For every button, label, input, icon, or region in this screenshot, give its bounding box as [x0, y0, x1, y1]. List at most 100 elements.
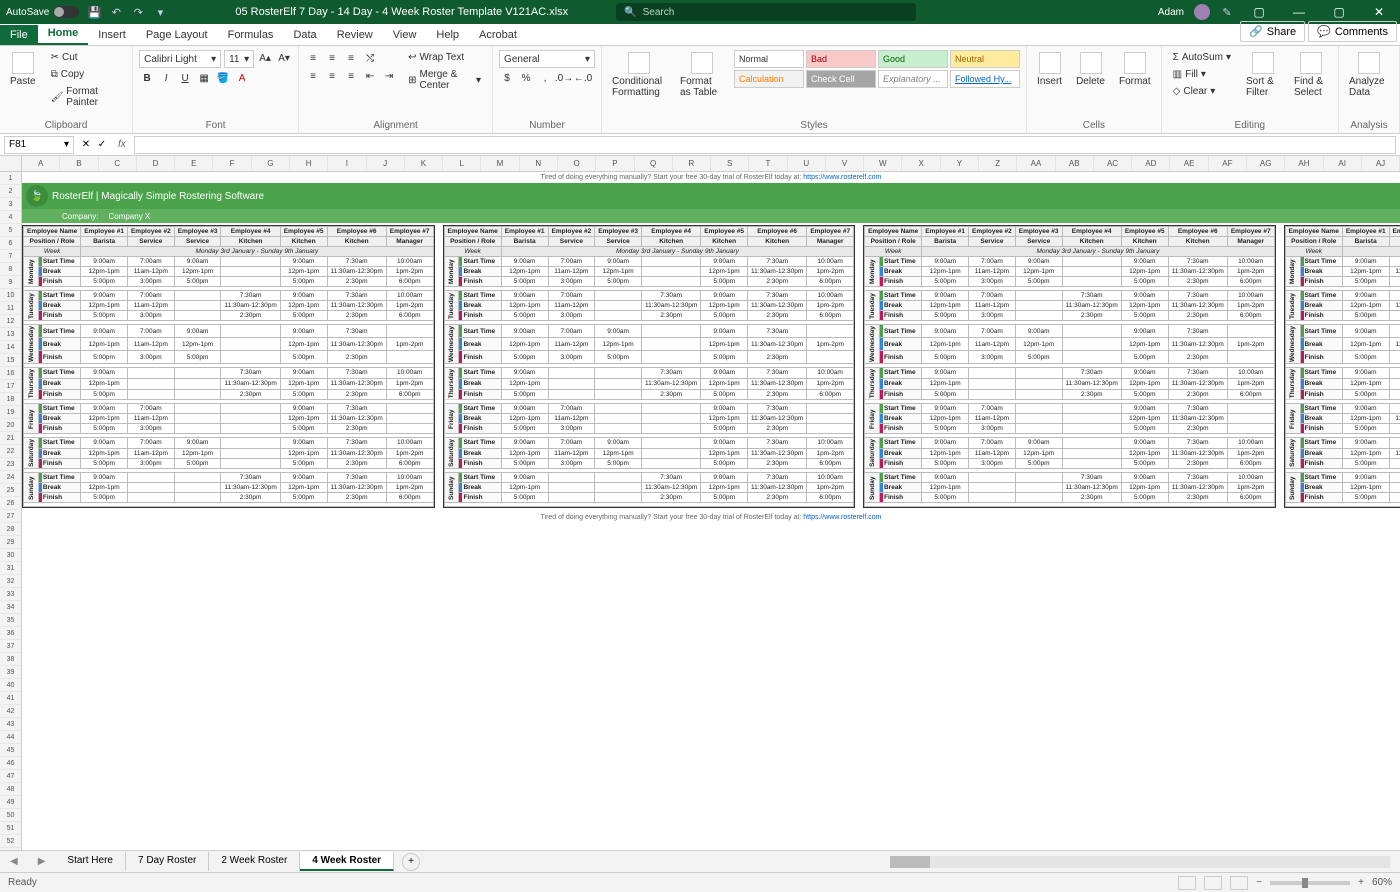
- time-cell[interactable]: 7:30am: [327, 257, 386, 267]
- style-calculation[interactable]: Calculation: [734, 70, 804, 88]
- time-cell[interactable]: 7:30am: [748, 404, 807, 414]
- role-cell[interactable]: Service: [1389, 237, 1400, 247]
- time-cell[interactable]: [642, 404, 701, 414]
- row-header[interactable]: 24: [0, 471, 21, 484]
- row-header[interactable]: 29: [0, 536, 21, 549]
- column-header[interactable]: Y: [941, 156, 979, 171]
- time-cell[interactable]: 6:00pm: [807, 458, 854, 468]
- time-cell[interactable]: 5:00pm: [1121, 424, 1168, 434]
- currency-icon[interactable]: $: [499, 70, 515, 86]
- time-cell[interactable]: 12pm-1pm: [922, 301, 969, 311]
- row-header[interactable]: 20: [0, 419, 21, 432]
- time-cell[interactable]: 9:00am: [1121, 473, 1168, 483]
- time-cell[interactable]: 11:30am-12:30pm: [748, 483, 807, 493]
- time-cell[interactable]: 12pm-1pm: [501, 301, 548, 311]
- time-cell[interactable]: 12pm-1pm: [701, 267, 748, 277]
- cancel-formula-icon[interactable]: ✕: [78, 137, 94, 153]
- tab-file[interactable]: File: [0, 25, 38, 45]
- time-cell[interactable]: [1227, 351, 1274, 364]
- time-cell[interactable]: 6:00pm: [386, 311, 433, 321]
- time-cell[interactable]: 12pm-1pm: [280, 483, 327, 493]
- time-cell[interactable]: 9:00am: [1121, 291, 1168, 301]
- style-followed-hyperlink[interactable]: Followed Hy...: [950, 70, 1020, 88]
- time-cell[interactable]: 7:30am: [1168, 291, 1227, 301]
- time-cell[interactable]: 9:00am: [1121, 438, 1168, 448]
- time-cell[interactable]: [1062, 257, 1121, 267]
- time-cell[interactable]: 7:30am: [327, 473, 386, 483]
- time-cell[interactable]: 9:00am: [1342, 473, 1389, 483]
- time-cell[interactable]: 12pm-1pm: [1121, 301, 1168, 311]
- time-cell[interactable]: 2:30pm: [1062, 311, 1121, 321]
- conditional-formatting-button[interactable]: Conditional Formatting: [608, 50, 670, 100]
- time-cell[interactable]: 9:00am: [174, 325, 221, 338]
- time-cell[interactable]: 11:30am-12:30pm: [748, 448, 807, 458]
- time-cell[interactable]: [548, 493, 595, 503]
- time-cell[interactable]: 1pm-2pm: [386, 338, 433, 351]
- time-cell[interactable]: 11:30am-12:30pm: [221, 378, 280, 389]
- column-header[interactable]: V: [826, 156, 864, 171]
- column-header[interactable]: AA: [1017, 156, 1055, 171]
- column-header[interactable]: A: [22, 156, 60, 171]
- find-select-button[interactable]: Find & Select: [1290, 50, 1332, 100]
- time-cell[interactable]: [127, 473, 174, 483]
- time-cell[interactable]: [969, 493, 1016, 503]
- time-cell[interactable]: 12pm-1pm: [1342, 414, 1389, 424]
- time-cell[interactable]: 1pm-2pm: [807, 448, 854, 458]
- time-cell[interactable]: [642, 458, 701, 468]
- column-header[interactable]: O: [558, 156, 596, 171]
- time-cell[interactable]: 11:30am-12:30pm: [748, 414, 807, 424]
- time-cell[interactable]: 5:00pm: [1121, 277, 1168, 287]
- time-cell[interactable]: 5:00pm: [81, 458, 128, 468]
- time-cell[interactable]: [174, 368, 221, 379]
- time-cell[interactable]: 3:00pm: [548, 351, 595, 364]
- column-header[interactable]: AE: [1170, 156, 1208, 171]
- time-cell[interactable]: 5:00pm: [280, 424, 327, 434]
- time-cell[interactable]: 5:00pm: [1015, 351, 1062, 364]
- row-header[interactable]: 27: [0, 510, 21, 523]
- time-cell[interactable]: 5:00pm: [922, 389, 969, 400]
- time-cell[interactable]: 9:00am: [701, 291, 748, 301]
- autosave-toggle[interactable]: AutoSave: [6, 6, 79, 18]
- time-cell[interactable]: 11am-12pm: [1389, 338, 1400, 351]
- time-cell[interactable]: 7:30am: [221, 473, 280, 483]
- time-cell[interactable]: [127, 389, 174, 400]
- zoom-in-icon[interactable]: +: [1358, 877, 1364, 888]
- time-cell[interactable]: [969, 378, 1016, 389]
- time-cell[interactable]: 1pm-2pm: [386, 378, 433, 389]
- time-cell[interactable]: 2:30pm: [1062, 493, 1121, 503]
- tab-page-layout[interactable]: Page Layout: [136, 25, 218, 45]
- time-cell[interactable]: 10:00am: [1227, 473, 1274, 483]
- week-range[interactable]: Monday 3rd January - Sunday 9th January: [501, 247, 853, 257]
- time-cell[interactable]: 5:00pm: [280, 311, 327, 321]
- row-header[interactable]: 26: [0, 497, 21, 510]
- time-cell[interactable]: 3:00pm: [548, 424, 595, 434]
- fx-icon[interactable]: fx: [110, 139, 134, 150]
- time-cell[interactable]: 5:00pm: [701, 351, 748, 364]
- time-cell[interactable]: [807, 404, 854, 414]
- time-cell[interactable]: 9:00am: [1121, 404, 1168, 414]
- time-cell[interactable]: [642, 448, 701, 458]
- border-icon[interactable]: ▦: [196, 70, 212, 86]
- time-cell[interactable]: 9:00am: [1342, 291, 1389, 301]
- time-cell[interactable]: 9:00am: [922, 257, 969, 267]
- time-cell[interactable]: 3:00pm: [1389, 311, 1400, 321]
- time-cell[interactable]: 1pm-2pm: [807, 301, 854, 311]
- header-cell[interactable]: Employee #4: [1062, 227, 1121, 237]
- time-cell[interactable]: 2:30pm: [327, 389, 386, 400]
- row-header[interactable]: 6: [0, 237, 21, 250]
- column-header[interactable]: AF: [1209, 156, 1247, 171]
- time-cell[interactable]: [1389, 483, 1400, 493]
- time-cell[interactable]: 7:00am: [969, 438, 1016, 448]
- share-button[interactable]: 🔗 Share: [1240, 21, 1305, 42]
- time-cell[interactable]: 5:00pm: [595, 351, 642, 364]
- wrap-text-button[interactable]: ↩ Wrap Text: [403, 50, 486, 65]
- time-cell[interactable]: 1pm-2pm: [1227, 267, 1274, 277]
- time-cell[interactable]: 3:00pm: [548, 277, 595, 287]
- time-cell[interactable]: 11:30am-12:30pm: [327, 338, 386, 351]
- time-cell[interactable]: 12pm-1pm: [1121, 378, 1168, 389]
- time-cell[interactable]: [1062, 351, 1121, 364]
- font-name-select[interactable]: Calibri Light▾: [139, 50, 221, 68]
- time-cell[interactable]: 11:30am-12:30pm: [327, 448, 386, 458]
- time-cell[interactable]: 9:00am: [280, 291, 327, 301]
- time-cell[interactable]: 11:30am-12:30pm: [748, 378, 807, 389]
